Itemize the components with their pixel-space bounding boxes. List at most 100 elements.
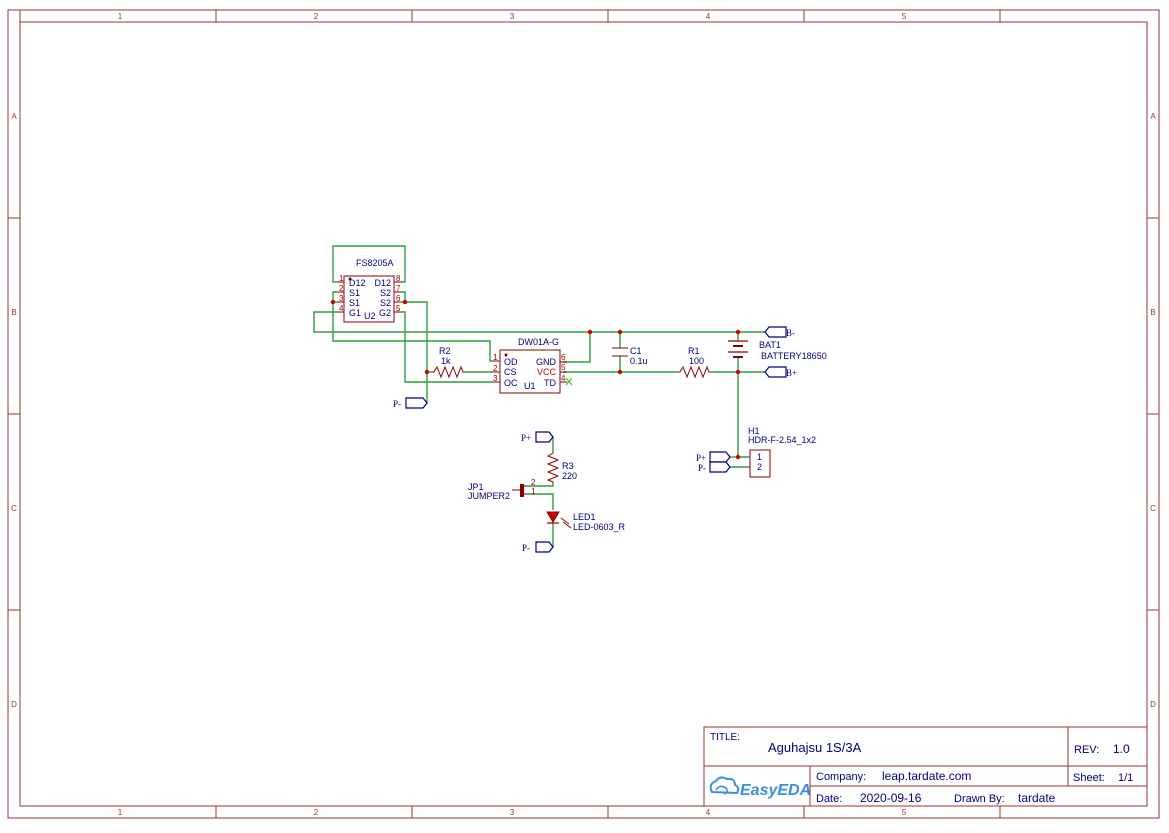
- easyeda-logo-text: EasyEDA: [740, 782, 811, 799]
- title-block: TITLE: Aguhajsu 1S/3A REV: 1.0 Company: …: [703, 726, 1148, 807]
- u1-pin6-num: 6: [561, 353, 566, 362]
- u2-pin7-num: 7: [396, 284, 401, 293]
- row-label-b-right: B: [1150, 308, 1155, 317]
- col-label-4-bottom: 4: [706, 808, 711, 817]
- net-p-minus-header-label: P-: [698, 463, 706, 473]
- r3-ref: R3: [562, 461, 574, 471]
- jp1-pin1-num: 1: [531, 487, 536, 496]
- net-flag-p-minus-header[interactable]: P-: [698, 461, 731, 473]
- u2-pin6-name: S2: [380, 298, 391, 308]
- title-label: TITLE:: [710, 732, 740, 743]
- u2-pin8-num: 8: [396, 274, 401, 283]
- h1-pin2: 2: [757, 462, 762, 472]
- row-label-b: B: [11, 308, 16, 317]
- u2-part-name: FS8205A: [356, 258, 394, 268]
- net-flag-p-plus-header[interactable]: P+: [696, 451, 731, 463]
- u2-pin3-num: 3: [339, 294, 344, 303]
- date-value: 2020-09-16: [860, 791, 922, 805]
- u1-pin5-name: VCC: [537, 367, 557, 377]
- row-label-c-right: C: [1150, 504, 1156, 513]
- u1-pin1-name: OD: [504, 357, 518, 367]
- u1-pin1-num: 1: [493, 353, 498, 362]
- net-flag-b-plus[interactable]: B+: [764, 366, 797, 378]
- col-label-5: 5: [902, 12, 907, 21]
- r2-value: 1k: [441, 356, 451, 366]
- net-p-plus-header-label: P+: [696, 453, 706, 463]
- u2-pin1-num: 1: [339, 274, 344, 283]
- net-flag-p-minus-led[interactable]: P-: [522, 541, 554, 553]
- sheet-value: 1/1: [1118, 772, 1133, 784]
- h1-header[interactable]: 1 2 H1 HDR-F-2.54_1x2: [748, 426, 816, 478]
- net-flag-p-minus-main[interactable]: P-: [393, 397, 428, 409]
- u1-pin2-num: 2: [493, 364, 498, 373]
- row-label-a-right: A: [1150, 112, 1156, 121]
- net-b-minus-label: B-: [786, 328, 795, 338]
- drawn-by-label: Drawn By:: [954, 793, 1005, 805]
- led1-ref: LED1: [573, 512, 596, 522]
- u2-ref: U2: [364, 311, 376, 321]
- r1-value: 100: [689, 356, 704, 366]
- col-label-4: 4: [706, 12, 711, 21]
- c1-ref: C1: [630, 346, 642, 356]
- u1-pin2-name: CS: [504, 367, 517, 377]
- c1-value: 0.1u: [630, 356, 648, 366]
- net-flag-b-minus[interactable]: B-: [764, 326, 795, 338]
- u1-pin4-name: TD: [544, 378, 556, 388]
- row-label-d-right: D: [1150, 700, 1156, 709]
- h1-pin1: 1: [757, 452, 762, 462]
- col-label-3: 3: [510, 12, 515, 21]
- u2-pin5-name: G2: [379, 308, 391, 318]
- col-label-2: 2: [314, 12, 319, 21]
- u1-pin5-num: 5: [561, 363, 566, 372]
- h1-value: HDR-F-2.54_1x2: [748, 435, 816, 445]
- u2-pin4-name: G1: [349, 308, 361, 318]
- net-flag-p-plus-led[interactable]: P+: [521, 431, 554, 443]
- r1-ref: R1: [688, 346, 700, 356]
- drawn-by-value: tardate: [1018, 791, 1056, 805]
- r3-value: 220: [562, 471, 577, 481]
- c1-capacitor[interactable]: C1 0.1u: [612, 346, 648, 366]
- u2-pin6-num: 6: [396, 294, 401, 303]
- col-label-1: 1: [118, 12, 123, 21]
- company-label: Company:: [816, 771, 866, 783]
- r3-resistor[interactable]: R3 220: [546, 450, 577, 484]
- u1-pin6-name: GND: [536, 357, 557, 367]
- u2-pin5-num: 5: [396, 304, 401, 313]
- rev-value: 1.0: [1113, 742, 1130, 756]
- company-value: leap.tardate.com: [882, 769, 971, 783]
- rev-label: REV:: [1074, 744, 1099, 756]
- col-label-5-bottom: 5: [902, 808, 907, 817]
- net-p-minus-main-label: P-: [393, 399, 401, 409]
- u2-fs8205a[interactable]: FS8205A U2 1 2 3 4 D12 S1 S1 G1 8 7 6 5 …: [337, 258, 401, 323]
- row-label-c: C: [11, 504, 17, 513]
- sheet-frame: 1 2 3 4 5 1 2 3 4 5 A B C D A B C D: [7, 9, 1160, 819]
- jp1-value: JUMPER2: [468, 491, 510, 501]
- col-label-1-bottom: 1: [118, 808, 123, 817]
- schematic-canvas: 1 2 3 4 5 1 2 3 4 5 A B C D A B C D FS82…: [7, 9, 1160, 819]
- sheet-label: Sheet:: [1073, 772, 1105, 784]
- u1-dw01a-g[interactable]: DW01A-G U1 1 2 3 OD CS OC 6 5 4 GND VCC …: [493, 337, 573, 394]
- u2-pin1-name: D12: [349, 278, 366, 288]
- row-label-a: A: [11, 112, 17, 121]
- schematic-sheet: 1 2 3 4 5 1 2 3 4 5 A B C D A B C D FS82…: [0, 0, 1169, 828]
- net-b-plus-label: B+: [786, 368, 797, 378]
- u1-ref: U1: [524, 381, 536, 391]
- r2-resistor[interactable]: R2 1k: [431, 346, 465, 379]
- u2-pin8-name: D12: [374, 278, 391, 288]
- bat1-value: BATTERY18650: [761, 351, 827, 361]
- row-label-d: D: [11, 700, 17, 709]
- u1-part-name: DW01A-G: [518, 337, 559, 347]
- u1-pin3-num: 3: [493, 374, 498, 383]
- u2-pin7-name: S2: [380, 288, 391, 298]
- net-p-minus-led-label: P-: [522, 543, 530, 553]
- bat1-battery[interactable]: BAT1 BATTERY18650: [728, 340, 827, 361]
- r1-resistor[interactable]: R1 100: [677, 346, 711, 379]
- led1[interactable]: LED1 LED-0603_R: [546, 511, 626, 532]
- jp1-jumper[interactable]: 2 1 JP1 JUMPER2: [468, 478, 536, 501]
- r2-ref: R2: [439, 346, 451, 356]
- date-label: Date:: [816, 793, 842, 805]
- col-label-3-bottom: 3: [510, 808, 515, 817]
- jp1-pin2-num: 2: [531, 478, 536, 487]
- bat1-ref: BAT1: [759, 340, 781, 350]
- net-p-plus-led-label: P+: [521, 433, 531, 443]
